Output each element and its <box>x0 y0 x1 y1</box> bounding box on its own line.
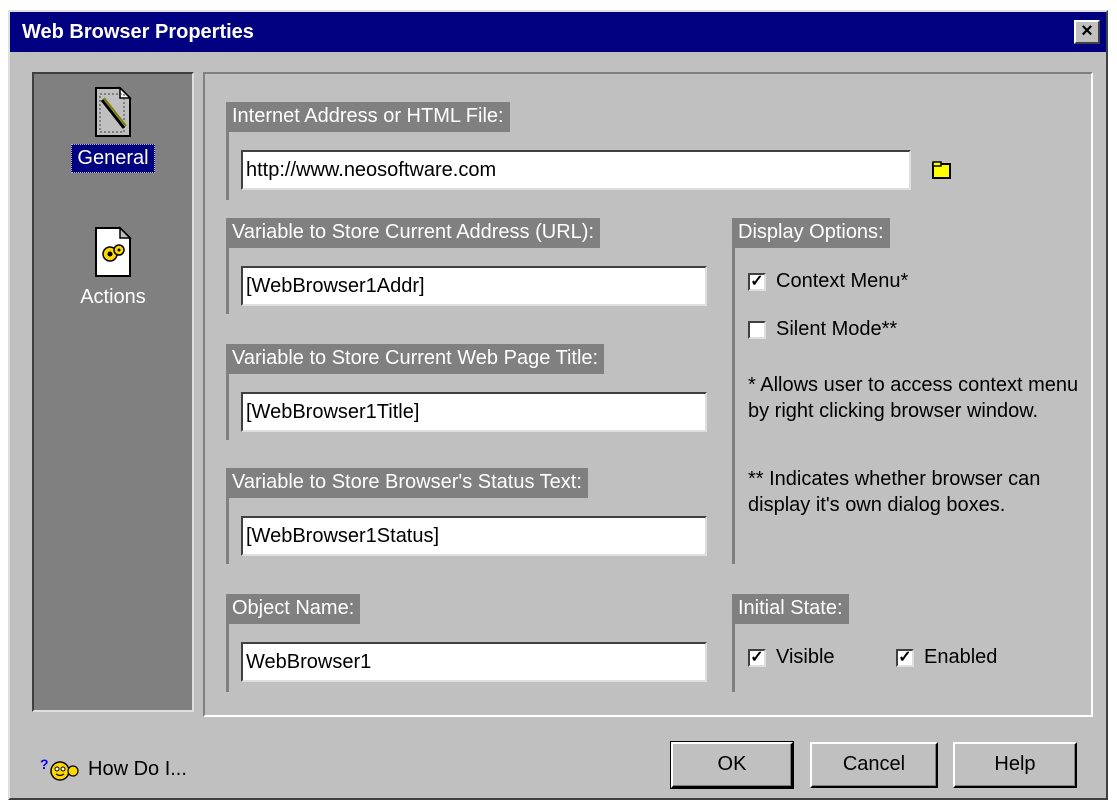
sidebar-item-actions[interactable]: Actions <box>34 226 192 311</box>
ok-button[interactable]: OK <box>670 741 794 789</box>
initial-state-label: Initial State: <box>732 594 849 624</box>
folder-browse-icon[interactable] <box>931 159 953 181</box>
actions-gear-icon <box>95 226 132 277</box>
context-menu-label: Context Menu* <box>776 270 909 292</box>
object-name-label: Object Name: <box>226 594 361 624</box>
close-icon: × <box>1081 20 1093 42</box>
object-name-input[interactable] <box>241 642 707 682</box>
display-options-label: Display Options: <box>732 218 890 248</box>
properties-dialog: Web Browser Properties × General Actions… <box>8 10 1108 800</box>
silent-mode-label: Silent Mode** <box>776 318 898 340</box>
title-variable-label: Variable to Store Current Web Page Title… <box>226 344 605 374</box>
context-menu-checkbox[interactable]: ✓ <box>748 272 766 291</box>
url-variable-input[interactable] <box>241 266 707 306</box>
context-menu-option[interactable]: ✓ Context Menu* <box>748 270 908 293</box>
visible-checkbox[interactable]: ✓ <box>748 648 766 667</box>
general-properties-icon <box>95 86 132 137</box>
silent-mode-option[interactable]: Silent Mode** <box>748 318 897 341</box>
title-bar[interactable]: Web Browser Properties × <box>10 12 1106 52</box>
enabled-checkbox[interactable]: ✓ <box>896 648 914 667</box>
enabled-label: Enabled <box>924 646 998 668</box>
help-smiley-icon: ? <box>40 756 79 781</box>
status-variable-label: Variable to Store Browser's Status Text: <box>226 468 588 498</box>
sidebar-item-label: General <box>71 144 155 173</box>
how-do-i-label: How Do I... <box>88 757 187 780</box>
dialog-title: Web Browser Properties <box>22 21 254 43</box>
address-input[interactable] <box>241 150 911 190</box>
close-button[interactable]: × <box>1074 20 1100 44</box>
cancel-button[interactable]: Cancel <box>810 742 938 788</box>
help-button[interactable]: Help <box>953 742 1077 788</box>
title-variable-input[interactable] <box>241 392 707 432</box>
sidebar-item-label: Actions <box>80 286 146 308</box>
sidebar-item-general[interactable]: General <box>34 86 192 173</box>
svg-text:?: ? <box>40 756 49 772</box>
enabled-option[interactable]: ✓ Enabled <box>896 646 997 669</box>
silent-mode-note: ** Indicates whether browser can display… <box>748 468 1041 516</box>
silent-mode-checkbox[interactable] <box>748 320 766 339</box>
category-sidebar: General Actions <box>32 72 194 712</box>
status-variable-input[interactable] <box>241 516 707 556</box>
context-menu-note: * Allows user to access context menu by … <box>748 374 1079 422</box>
address-label: Internet Address or HTML File: <box>226 102 510 132</box>
group-divider <box>732 218 735 564</box>
visible-option[interactable]: ✓ Visible <box>748 646 835 669</box>
visible-label: Visible <box>776 646 835 668</box>
how-do-i-link[interactable]: ? How Do I... <box>40 755 187 783</box>
general-panel: Internet Address or HTML File: Variable … <box>203 72 1093 717</box>
url-variable-label: Variable to Store Current Address (URL): <box>226 218 601 248</box>
